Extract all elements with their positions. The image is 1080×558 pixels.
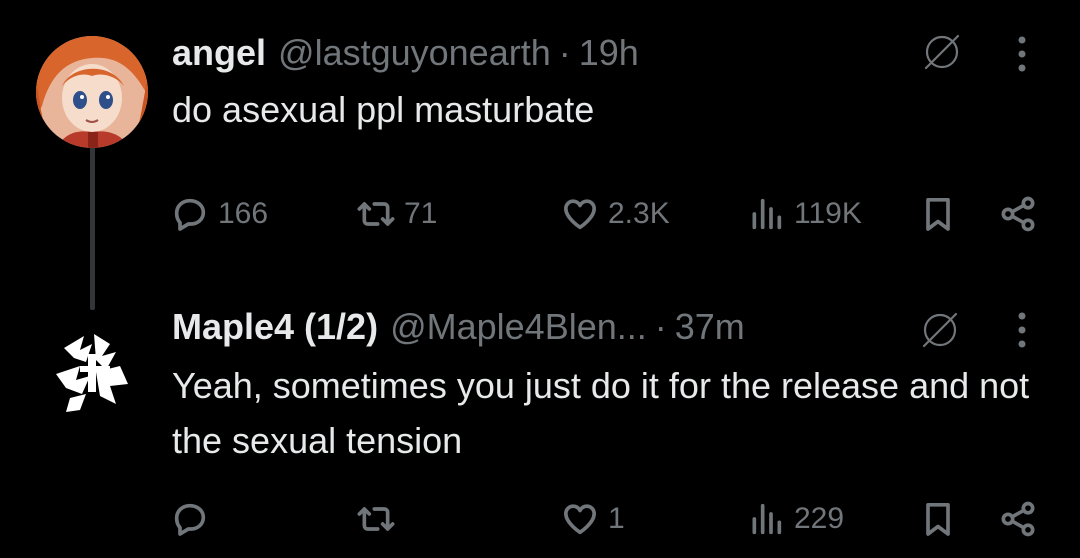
reply-button[interactable] (170, 495, 218, 543)
tweet-header: angel @lastguyonearth · 19h (172, 28, 639, 78)
maple4-logo-image (36, 314, 148, 426)
share-icon (1001, 196, 1035, 232)
tweet-actions: 1 229 (0, 495, 1080, 543)
avatar[interactable] (36, 314, 148, 426)
more-icon[interactable] (1012, 32, 1032, 76)
tweet-text: do asexual ppl masturbate (172, 89, 595, 130)
like-icon (564, 199, 596, 230)
retweet-button[interactable]: 71 (356, 190, 437, 238)
views-icon (752, 198, 782, 230)
views-button[interactable]: 229 (746, 495, 844, 543)
separator-dot: · (654, 306, 667, 347)
user-handle[interactable]: @Maple4Blen... (390, 306, 647, 348)
retweet-icon (357, 202, 395, 226)
grok-icon[interactable] (918, 28, 966, 76)
avatar[interactable] (36, 36, 148, 148)
tweet-actions: 166 71 2.3K 119K (0, 190, 1080, 238)
display-name[interactable]: angel (172, 32, 266, 74)
timestamp[interactable]: 37m (675, 306, 745, 348)
bookmark-button[interactable] (918, 190, 958, 238)
retweet-icon (357, 507, 395, 531)
user-handle[interactable]: @lastguyonearth (278, 32, 551, 74)
share-button[interactable] (998, 190, 1038, 238)
bookmark-button[interactable] (918, 495, 958, 543)
reply-icon (174, 503, 206, 536)
reply-button[interactable]: 166 (170, 190, 268, 238)
reply-count: 166 (218, 197, 269, 230)
grok-icon[interactable] (916, 306, 964, 354)
timestamp[interactable]: 19h (579, 32, 639, 74)
tweet-text: Yeah, sometimes you just do it for the r… (172, 365, 1030, 461)
share-button[interactable] (998, 495, 1038, 543)
like-button[interactable]: 2.3K (560, 190, 670, 238)
retweet-count: 71 (404, 197, 438, 230)
tweet[interactable]: angel @lastguyonearth · 19h do asexual p… (0, 0, 1080, 300)
display-name[interactable]: Maple4 (1/2) (172, 306, 378, 348)
like-count: 1 (608, 502, 625, 535)
like-count: 2.3K (608, 197, 670, 230)
like-icon (564, 504, 596, 535)
views-icon (752, 503, 782, 535)
bookmark-icon (926, 198, 950, 231)
tweet-header: Maple4 (1/2) @Maple4Blen... · 37m (172, 302, 745, 352)
like-button[interactable]: 1 (560, 495, 625, 543)
views-count: 119K (794, 197, 862, 230)
bookmark-icon (926, 503, 950, 536)
views-count: 229 (794, 502, 845, 535)
share-icon (1001, 501, 1035, 537)
retweet-button[interactable] (356, 495, 404, 543)
reply-icon (174, 198, 206, 231)
separator-dot: · (558, 32, 571, 73)
views-button[interactable]: 119K (746, 190, 862, 238)
tweet[interactable]: Maple4 (1/2) @Maple4Blen... · 37m Yeah, … (0, 290, 1080, 558)
more-icon[interactable] (1012, 308, 1032, 352)
anime-avatar-image (36, 36, 148, 148)
